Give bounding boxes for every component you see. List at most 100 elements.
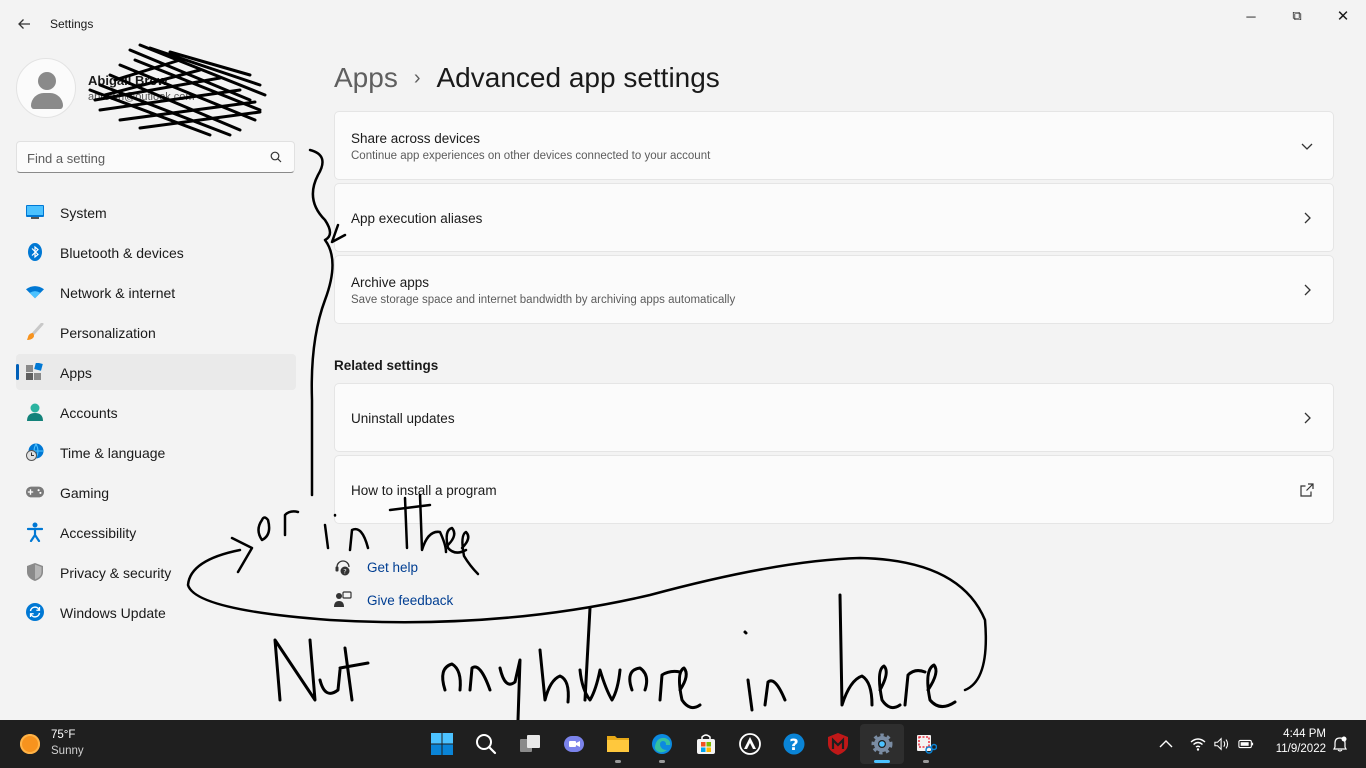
app-title: Settings [50,17,94,31]
give-feedback-link[interactable]: Give feedback [334,590,453,610]
taskbar-app-button[interactable] [728,724,772,764]
sidebar-item-label: Bluetooth & devices [60,245,184,261]
setting-title: Share across devices [351,131,481,146]
show-hidden-icons-button[interactable] [1158,736,1174,752]
avatar [16,58,76,118]
mcafee-button[interactable] [816,724,860,764]
running-indicator [659,760,665,763]
gamepad-icon [26,483,44,501]
give-feedback-label: Give feedback [367,592,454,608]
volume-icon [1214,737,1229,751]
app-icon [739,733,761,755]
breadcrumb: Apps › Advanced app settings [334,58,720,98]
ink-arrow-loop [186,548,988,692]
settings-app-button[interactable] [860,724,904,764]
sidebar-item-windows-update[interactable]: Windows Update [16,594,296,630]
edge-icon [652,734,672,754]
back-button[interactable] [14,14,34,34]
monitor-icon [26,203,44,221]
avatar-head [38,72,56,90]
globe-clock-icon [26,443,44,461]
page-title: Advanced app settings [436,62,720,93]
sidebar-item-label: Windows Update [60,605,166,621]
sidebar-item-gaming[interactable]: Gaming [16,474,296,510]
running-indicator [874,760,890,763]
notification-icon [1333,736,1347,752]
chevron-right-icon [1304,412,1311,423]
shield-icon [26,563,44,581]
notification-center-button[interactable] [1332,736,1348,752]
sidebar-item-accessibility[interactable]: Accessibility [16,514,296,550]
brush-icon [26,323,44,341]
close-button[interactable]: ✕ [1320,0,1366,32]
setting-app-execution-aliases[interactable]: App execution aliases [334,183,1334,252]
get-help-icon: ? [335,560,350,576]
sidebar-item-system[interactable]: System [16,194,296,230]
battery-icon [1238,739,1254,749]
sidebar-item-label: Apps [60,365,92,381]
redaction-scribble [88,43,267,137]
teams-chat-button[interactable] [552,724,596,764]
setting-uninstall-updates[interactable]: Uninstall updates [334,383,1334,452]
sidebar-item-bluetooth[interactable]: Bluetooth & devices [16,234,296,270]
snipping-tool-button[interactable] [904,724,948,764]
sidebar-item-label: Accounts [60,405,118,421]
ink-brace [308,148,334,497]
network-status[interactable] [1190,736,1206,752]
chevron-down-icon [1301,143,1313,150]
weather-widget[interactable]: 75°F Sunny [18,728,138,760]
sidebar-item-network[interactable]: Network & internet [16,274,296,310]
get-help-app-button[interactable]: ? [772,724,816,764]
taskbar-apps: ? [420,724,948,764]
sidebar-item-personalization[interactable]: Personalization [16,314,296,350]
edge-button[interactable] [640,724,684,764]
breadcrumb-parent-link[interactable]: Apps [334,62,398,94]
minimize-button[interactable]: ─ [1228,0,1274,32]
clock-date: 11/9/2022 [1275,743,1326,755]
sidebar-item-label: Privacy & security [60,565,172,581]
setting-share-across-devices[interactable]: Share across devices Continue app experi… [334,111,1334,180]
task-view-button[interactable] [508,724,552,764]
battery-status[interactable] [1238,736,1254,752]
settings-search[interactable] [16,141,295,173]
sidebar-item-privacy-security[interactable]: Privacy & security [16,554,296,590]
avatar-body [31,93,63,109]
sidebar-item-label: Accessibility [60,525,137,541]
running-indicator [615,760,621,763]
weather-condition: Sunny [51,745,84,757]
start-button[interactable] [420,724,464,764]
person-icon [26,403,44,421]
bluetooth-icon [26,243,44,261]
system-clock[interactable]: 4:44 PM 11/9/2022 [1266,728,1326,755]
setting-archive-apps[interactable]: Archive apps Save storage space and inte… [334,255,1334,324]
help-icon: ? [783,733,805,755]
chevron-right-icon [1304,284,1311,295]
file-explorer-button[interactable] [596,724,640,764]
sidebar-item-apps[interactable]: Apps [16,354,296,390]
store-button[interactable] [684,724,728,764]
sidebar-item-time-language[interactable]: Time & language [16,434,296,470]
setting-description: Continue app experiences on other device… [351,150,711,162]
teams-chat-icon [564,736,584,752]
snipping-tool-icon [917,735,937,754]
volume-control[interactable] [1214,736,1230,752]
sidebar-item-accounts[interactable]: Accounts [16,394,296,430]
setting-title: How to install a program [351,483,497,498]
update-icon [26,603,44,621]
breadcrumb-separator: › [413,66,421,89]
running-indicator [923,760,929,763]
maximize-button[interactable]: ⧉ [1274,0,1320,32]
setting-title: Uninstall updates [351,411,455,426]
svg-text:?: ? [343,568,346,576]
get-help-link[interactable]: ? Get help [334,557,418,577]
sidebar-item-label: Time & language [60,445,166,461]
setting-how-to-install-program[interactable]: How to install a program [334,455,1334,524]
sidebar-item-label: System [60,205,107,221]
external-link-icon [1300,482,1314,497]
setting-description: Save storage space and internet bandwidt… [351,294,736,306]
mcafee-icon [828,733,848,755]
taskbar-search-button[interactable] [464,724,508,764]
ink-text-not-anywhere-in-here [273,593,957,720]
sidebar-item-label: Network & internet [60,285,176,301]
search-input[interactable] [27,149,257,167]
